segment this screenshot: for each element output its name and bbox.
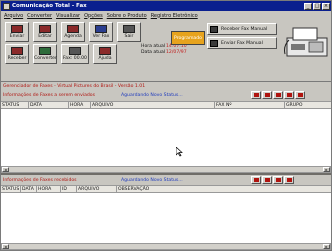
menu-opcoes[interactable]: Opções <box>84 13 103 19</box>
received-col-arquivo[interactable]: ARQUIVO <box>77 186 117 192</box>
converter-label: Converter <box>34 56 57 61</box>
edit-icon <box>39 25 51 33</box>
menu-bar: Arquivo Converter Visualizar Opções Sobr… <box>1 11 331 20</box>
received-hscroll[interactable]: ◂ ▸ <box>1 243 331 250</box>
sent-panel-header: Informações de Faxes a serem enviados Ag… <box>1 90 331 100</box>
receber-fax-manual-button[interactable]: Receber Fax Manual <box>207 23 277 35</box>
received-panel-title: Informações de Faxes recebidos <box>3 177 77 183</box>
receive-manual-icon <box>210 25 218 33</box>
agenda-button[interactable]: Agenda <box>61 22 85 42</box>
sent-col-grupo[interactable]: GRUPO <box>285 102 331 108</box>
convert-icon <box>39 47 51 55</box>
sent-panel-status: Aguardando Novo Status... <box>121 92 183 98</box>
toolbar: Enviar Editar Agenda Ver Fax Sair Recebe… <box>1 20 331 82</box>
window-title: Comunicação Total - Fax <box>12 3 87 9</box>
close-button[interactable]: × <box>322 2 330 10</box>
ver-fax-button[interactable]: Ver Fax <box>89 22 113 42</box>
view-fax-icon <box>95 25 107 33</box>
received-col-id[interactable]: ID <box>61 186 77 192</box>
status-line: Gerenciador de Faxes - Virtual Pictures … <box>3 83 146 89</box>
sent-panel-title: Informações de Faxes a serem enviados <box>3 92 96 98</box>
send-manual-icon <box>210 39 218 47</box>
sent-print-button[interactable] <box>251 91 261 99</box>
enviar-fax-manual-label: Enviar Fax Manual <box>221 40 263 46</box>
app-icon <box>3 2 10 10</box>
received-print-button[interactable] <box>251 176 261 184</box>
menu-sobre[interactable]: Sobre o Produto <box>107 13 147 19</box>
receber-fax-manual-label: Receber Fax Manual <box>221 26 268 32</box>
sair-label: Sair <box>124 34 134 39</box>
maximize-button[interactable]: □ <box>313 2 321 10</box>
menu-converter[interactable]: Converter <box>27 13 52 19</box>
sent-delete-button[interactable] <box>262 91 272 99</box>
data-label: Data atual <box>141 50 166 55</box>
sent-options-button[interactable] <box>295 91 305 99</box>
clock-panel: Hora atual 14:07:10 Data atual 12/07/97 <box>141 44 201 64</box>
scroll-right-icon[interactable]: ▸ <box>323 244 330 249</box>
received-fax-list[interactable] <box>1 193 331 243</box>
sent-col-hora[interactable]: HORA <box>69 102 91 108</box>
sent-col-fax-no[interactable]: FAX Nº <box>215 102 285 108</box>
sent-hscroll[interactable]: ◂ ▸ <box>1 166 331 173</box>
agenda-icon <box>67 25 79 33</box>
sent-col-data[interactable]: DATA <box>29 102 69 108</box>
title-bar[interactable]: Comunicação Total - Fax _ □ × <box>1 1 331 11</box>
receive-icon <box>11 47 23 55</box>
enviar-fax-manual-button[interactable]: Enviar Fax Manual <box>207 37 277 49</box>
received-col-data[interactable]: DATA <box>21 186 37 192</box>
scroll-left-icon[interactable]: ◂ <box>2 167 9 172</box>
mouse-pointer-icon <box>176 147 183 157</box>
minimize-button[interactable]: _ <box>304 2 312 10</box>
received-panel-status: Aguardando Novo Status... <box>121 177 183 183</box>
sent-col-arquivo[interactable]: ARQUIVO <box>91 102 215 108</box>
received-panel-header: Informações de Faxes recebidos Aguardand… <box>1 175 331 185</box>
received-col-observacao[interactable]: OBSERVAÇÃO <box>117 186 331 192</box>
enviar-button[interactable]: Enviar <box>5 22 29 42</box>
programado-button[interactable]: Programado <box>171 31 205 45</box>
help-icon <box>99 47 111 55</box>
menu-arquivo[interactable]: Arquivo <box>4 13 23 19</box>
received-panel-buttons <box>251 176 294 184</box>
data-value: 12/07/97 <box>166 50 187 55</box>
menu-visualizar[interactable]: Visualizar <box>56 13 80 19</box>
received-col-status[interactable]: STATUS <box>1 186 21 192</box>
exit-icon <box>123 25 135 33</box>
sent-col-status[interactable]: STATUS <box>1 102 29 108</box>
menu-registro[interactable]: Registro Eletrônico <box>151 13 198 19</box>
ajuda-button[interactable]: Ajuda <box>93 44 117 64</box>
received-table-header: STATUS DATA HORA ID ARQUIVO OBSERVAÇÃO <box>1 185 331 193</box>
app-window: Comunicação Total - Fax _ □ × Arquivo Co… <box>0 0 332 251</box>
scroll-left-icon[interactable]: ◂ <box>2 244 9 249</box>
sent-fax-list[interactable] <box>1 109 331 166</box>
sent-table-header: STATUS DATA HORA ARQUIVO FAX Nº GRUPO <box>1 101 331 109</box>
ajuda-label: Ajuda <box>98 56 112 61</box>
received-refresh-button[interactable] <box>284 176 294 184</box>
send-icon <box>11 25 23 33</box>
enviar-label: Enviar <box>9 34 25 39</box>
editar-label: Editar <box>38 34 52 39</box>
received-view-button[interactable] <box>273 176 283 184</box>
agenda-label: Agenda <box>64 34 82 39</box>
received-delete-button[interactable] <box>262 176 272 184</box>
fax-counter-label: Fax: 00.00 <box>63 56 87 61</box>
fax-counter-button[interactable]: Fax: 00.00 <box>61 44 89 64</box>
sair-button[interactable]: Sair <box>117 22 141 42</box>
received-col-hora[interactable]: HORA <box>37 186 61 192</box>
sent-view-button[interactable] <box>273 91 283 99</box>
scroll-right-icon[interactable]: ▸ <box>323 167 330 172</box>
sent-panel-buttons <box>251 91 305 99</box>
converter-button[interactable]: Converter <box>33 44 57 64</box>
editar-button[interactable]: Editar <box>33 22 57 42</box>
receber-button[interactable]: Receber <box>5 44 29 64</box>
fax-machine-icon <box>284 27 328 57</box>
fax-counter-icon <box>69 47 81 55</box>
sent-refresh-button[interactable] <box>284 91 294 99</box>
receber-label: Receber <box>7 56 27 61</box>
ver-fax-label: Ver Fax <box>92 34 110 39</box>
